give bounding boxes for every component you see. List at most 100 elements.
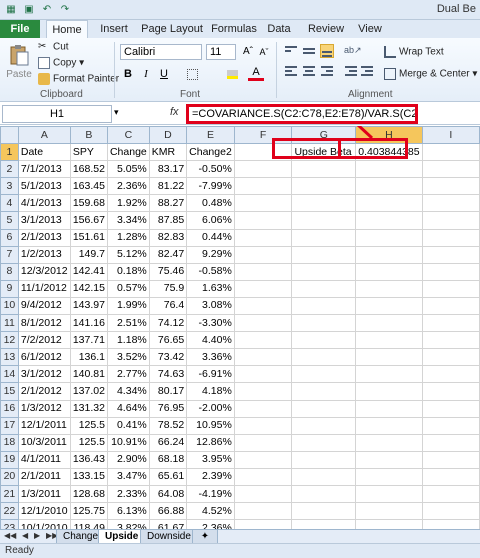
cell-spy[interactable]: 133.15 [69,467,108,486]
decrease-indent-icon[interactable] [344,64,358,78]
cell-date[interactable]: 3/1/2013 [17,211,71,230]
cell-spy[interactable]: 142.15 [69,279,108,298]
row-header[interactable]: 13 [0,348,19,367]
cell-change[interactable]: 1.99% [106,296,150,316]
formula-input[interactable]: =COVARIANCE.S(C2:C78,E2:E78)/VAR.S(C2:C7… [186,104,418,124]
row-header[interactable]: 11 [0,314,19,333]
cell-date[interactable]: 10/3/2011 [17,433,71,452]
cell-date[interactable]: 9/4/2012 [17,296,71,316]
worksheet-grid[interactable]: ABCDEFGHI 1 Date SPY Change KMR Change2 Upside… [0,126,480,529]
row-header[interactable]: 20 [0,467,19,486]
cell-date[interactable]: 3/1/2012 [17,365,71,384]
row-header[interactable]: 14 [0,365,19,384]
empty-cell[interactable] [233,416,293,435]
cell-kmr[interactable]: 75.9 [148,279,188,298]
cell-change2[interactable]: -7.99% [186,177,235,196]
cut-button[interactable]: ✂ Cut [38,41,69,53]
empty-cell[interactable] [355,467,423,486]
cell-kmr[interactable]: 74.63 [148,365,188,384]
cell-change2[interactable]: 3.36% [186,348,235,367]
cell-change2[interactable]: -2.00% [186,399,235,418]
cell-date[interactable]: 5/1/2013 [17,177,71,196]
row-header[interactable]: 5 [0,211,19,230]
name-box[interactable]: H1 [2,105,112,123]
cell-spy[interactable]: 151.61 [69,228,108,247]
empty-cell[interactable] [291,314,357,333]
cell-change2[interactable]: -3.30% [186,314,235,333]
cell-change2[interactable]: 2.36% [186,519,235,529]
empty-cell[interactable] [291,177,357,196]
row-header[interactable]: 7 [0,245,19,264]
cell-change[interactable]: 4.64% [106,399,150,418]
font-size-select[interactable]: 11 [206,44,236,60]
row-header[interactable]: 12 [0,331,19,350]
cell-date[interactable]: 10/1/2010 [17,519,71,529]
cell-change2[interactable]: 0.44% [186,228,235,247]
empty-cell[interactable] [355,194,423,213]
first-sheet-icon[interactable]: ◀◀ [4,531,16,540]
empty-cell[interactable] [291,484,357,504]
align-bottom-icon[interactable] [320,44,334,58]
cell-date[interactable]: 2/1/2011 [17,467,71,486]
empty-cell[interactable] [291,194,357,213]
empty-cell[interactable] [233,296,293,316]
fx-button[interactable]: fx [170,106,179,118]
cell-kmr[interactable]: 88.27 [148,194,188,213]
empty-cell[interactable] [233,519,293,529]
empty-cell[interactable] [355,399,423,418]
empty-cell[interactable] [355,450,423,469]
cell-change2[interactable]: 2.39% [186,467,235,486]
empty-cell[interactable] [421,296,480,316]
empty-cell[interactable] [421,194,480,213]
empty-cell[interactable] [355,348,423,367]
cell-kmr[interactable]: 78.52 [148,416,188,435]
empty-cell[interactable] [291,262,357,281]
empty-cell[interactable] [421,245,480,264]
empty-cell[interactable] [291,416,357,435]
empty-cell[interactable] [233,245,293,264]
underline-button[interactable]: U [156,66,172,82]
italic-button[interactable]: I [138,66,154,82]
tab-insert[interactable]: Insert [94,20,134,38]
row-header[interactable]: 17 [0,416,19,435]
prev-sheet-icon[interactable]: ◀ [22,531,28,540]
cell-kmr[interactable]: 74.12 [148,314,188,333]
cell-kmr[interactable]: 66.24 [148,433,188,452]
empty-cell[interactable] [421,382,480,401]
empty-cell[interactable] [291,433,357,452]
cell-date[interactable]: 2/1/2013 [17,228,71,247]
cell-change2[interactable]: 4.52% [186,502,235,521]
empty-cell[interactable] [291,279,357,298]
empty-cell[interactable] [421,177,480,196]
empty-cell[interactable] [291,450,357,469]
empty-cell[interactable] [421,365,480,384]
empty-cell[interactable] [233,484,293,504]
empty-cell[interactable] [421,484,480,504]
cell-spy[interactable]: 143.97 [69,296,108,316]
wrap-text-button[interactable]: Wrap Text [384,46,444,58]
align-right-icon[interactable] [320,64,334,78]
cell-change2[interactable]: 1.63% [186,279,235,298]
empty-cell[interactable] [355,331,423,350]
copy-button[interactable]: Copy ▾ [38,57,84,69]
tab-review[interactable]: Review [306,20,346,38]
empty-cell[interactable] [233,194,293,213]
cell-change[interactable]: 2.51% [106,314,150,333]
row-header[interactable]: 19 [0,450,19,469]
cell-kmr[interactable]: 66.88 [148,502,188,521]
cell-date[interactable]: 1/2/2013 [17,245,71,264]
font-color-button[interactable]: A [248,66,264,81]
borders-icon[interactable] [184,66,200,82]
empty-cell[interactable] [421,211,480,230]
empty-cell[interactable] [291,331,357,350]
empty-cell[interactable] [291,211,357,230]
cell-spy[interactable]: 128.68 [69,484,108,504]
align-middle-icon[interactable] [302,44,316,58]
cell-change2[interactable]: 4.40% [186,331,235,350]
row-header[interactable]: 9 [0,279,19,298]
empty-cell[interactable] [233,177,293,196]
font-name-select[interactable]: Calibri [120,44,202,60]
cell-spy[interactable]: 149.7 [69,245,108,264]
cell-spy[interactable]: 125.5 [69,416,108,435]
empty-cell[interactable] [291,365,357,384]
